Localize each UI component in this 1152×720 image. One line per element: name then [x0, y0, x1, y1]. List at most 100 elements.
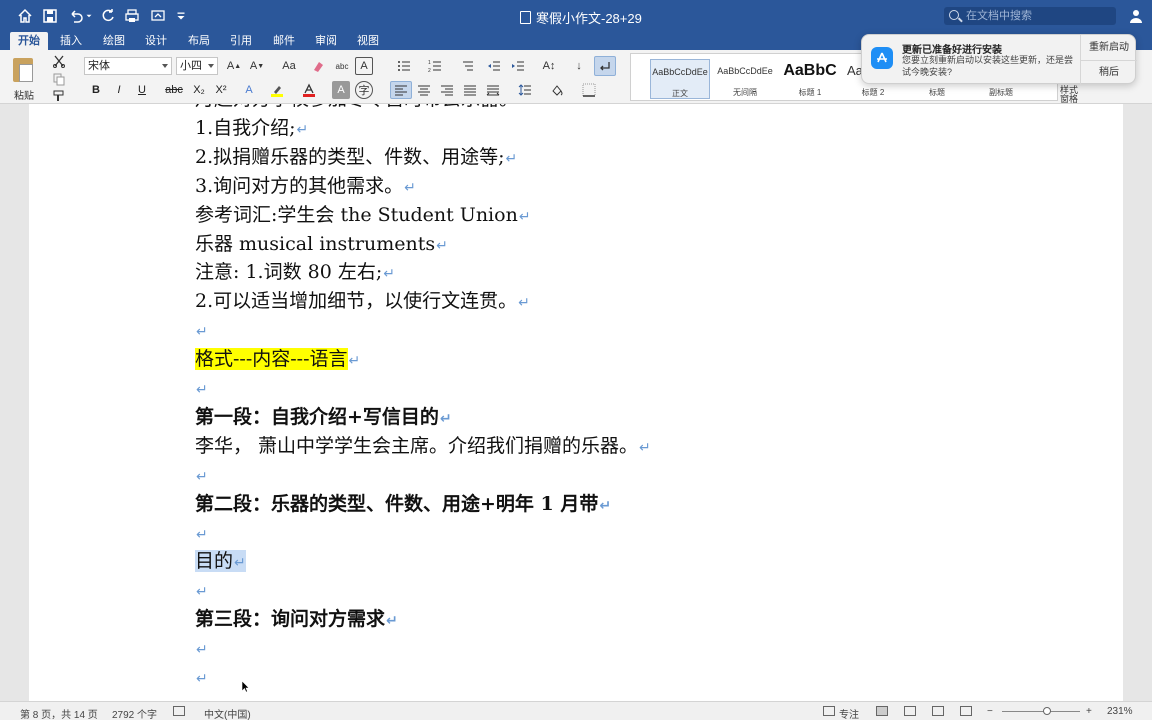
document-line[interactable]: 第一段：自我介绍+写信目的↵ — [195, 404, 452, 430]
bullets-icon[interactable] — [390, 57, 418, 75]
zoom-slider[interactable] — [1002, 711, 1080, 712]
tab-view[interactable]: 视图 — [349, 32, 387, 50]
document-line[interactable]: 1.自我介绍;↵ — [195, 115, 308, 141]
text-effects-icon[interactable]: A — [238, 81, 260, 99]
justify-icon[interactable] — [460, 81, 480, 99]
zoom-slider-thumb[interactable] — [1043, 707, 1052, 715]
font-name-select[interactable]: 宋体 — [84, 57, 172, 75]
align-right-icon[interactable] — [437, 81, 457, 99]
shading-icon[interactable] — [544, 81, 570, 99]
tab-home[interactable]: 开始 — [10, 32, 48, 50]
text-direction-icon[interactable]: A↕ — [536, 57, 562, 75]
cut-icon[interactable] — [50, 52, 68, 70]
share-icon[interactable] — [1126, 6, 1146, 26]
align-left-icon[interactable] — [390, 81, 412, 99]
proofing-icon[interactable] — [173, 706, 185, 716]
search-input[interactable]: 在文档中搜索 — [944, 7, 1116, 25]
outline-view-icon[interactable] — [932, 706, 944, 716]
focus-label[interactable]: 专注 — [839, 706, 859, 720]
tab-insert[interactable]: 插入 — [52, 32, 90, 50]
tab-draw[interactable]: 绘图 — [95, 32, 133, 50]
document-line[interactable]: 注意: 1.词数 80 左右;↵ — [195, 259, 395, 285]
empty-paragraph[interactable]: ↵ — [195, 520, 208, 546]
multilevel-list-icon[interactable] — [453, 57, 481, 75]
style-no-spacing[interactable]: AaBbCcDdEe 无间隔 — [715, 59, 775, 99]
empty-paragraph[interactable]: ↵ — [195, 664, 208, 690]
document-page[interactable]: 月起对方学校参加冬令营时带去乐器。↵ 1.自我介绍;↵ 2.拟捐赠乐器的类型、件数、… — [29, 104, 1123, 701]
tab-review[interactable]: 审阅 — [307, 32, 345, 50]
zoom-in-icon[interactable]: + — [1086, 706, 1092, 717]
subscript-button[interactable]: X₂ — [189, 81, 209, 99]
styles-pane-button[interactable]: 样式窗格 — [1060, 86, 1084, 104]
focus-icon[interactable] — [823, 706, 835, 716]
customize-toolbar-icon[interactable] — [174, 6, 188, 26]
underline-button[interactable]: U — [132, 81, 152, 99]
tab-design[interactable]: 设计 — [137, 32, 175, 50]
style-heading-1[interactable]: AaBbC 标题 1 — [780, 59, 840, 99]
document-line[interactable]: 参考词汇:学生会 the Student Union↵ — [195, 202, 531, 228]
bold-button[interactable]: B — [86, 81, 106, 99]
document-area[interactable]: 月起对方学校参加冬令营时带去乐器。↵ 1.自我介绍;↵ 2.拟捐赠乐器的类型、件数、… — [0, 104, 1152, 701]
strikethrough-button[interactable]: abc — [162, 81, 186, 99]
line-spacing-icon[interactable] — [512, 81, 538, 99]
save-icon[interactable] — [40, 6, 60, 26]
tab-layout[interactable]: 布局 — [180, 32, 218, 50]
empty-paragraph[interactable]: ↵ — [195, 577, 208, 603]
document-line[interactable]: 2.可以适当增加细节，以使行文连贯。↵ — [195, 288, 530, 314]
zoom-out-icon[interactable]: − — [987, 706, 993, 717]
empty-paragraph[interactable]: ↵ — [195, 375, 208, 401]
undo-icon[interactable] — [66, 6, 86, 26]
sort-icon[interactable]: ↓ — [570, 57, 588, 75]
print-layout-icon[interactable] — [876, 706, 888, 716]
word-count[interactable]: 2792 个字 — [112, 706, 157, 720]
redo-icon[interactable] — [98, 6, 118, 26]
change-case-icon[interactable]: Aa — [276, 57, 302, 75]
paste-button[interactable]: 粘贴 — [8, 54, 40, 102]
enclose-characters-icon[interactable]: 字 — [355, 81, 373, 99]
empty-paragraph[interactable]: ↵ — [195, 462, 208, 488]
phonetic-guide-icon[interactable]: abc — [332, 57, 352, 75]
numbering-icon[interactable]: 12 — [421, 57, 449, 75]
document-line[interactable]: 第三段：询问对方需求↵ — [195, 606, 398, 632]
style-normal[interactable]: AaBbCcDdEe 正文 — [650, 59, 710, 99]
tab-references[interactable]: 引用 — [222, 32, 260, 50]
character-border-icon[interactable]: A — [355, 57, 373, 75]
print-icon[interactable] — [122, 6, 142, 26]
decrease-indent-icon[interactable] — [484, 57, 504, 75]
document-line[interactable]: 格式---内容---语言↵ — [195, 346, 360, 372]
highlight-color-icon[interactable] — [266, 81, 288, 99]
tab-mailings[interactable]: 邮件 — [265, 32, 303, 50]
shrink-font-icon[interactable]: A ▼ — [247, 57, 267, 75]
page-count[interactable]: 第 8 页，共 14 页 — [20, 706, 98, 720]
home-icon[interactable] — [15, 6, 35, 26]
increase-indent-icon[interactable] — [508, 57, 528, 75]
grow-font-icon[interactable]: A ▲ — [224, 57, 244, 75]
screen-icon[interactable] — [148, 6, 168, 26]
show-formatting-marks-icon[interactable] — [594, 56, 616, 76]
restart-button[interactable]: 重新启动 — [1081, 35, 1137, 60]
copy-icon[interactable] — [50, 70, 68, 88]
undo-dropdown-icon[interactable] — [84, 6, 94, 26]
font-size-select[interactable]: 小四 — [176, 57, 218, 75]
document-line[interactable]: 目的↵ — [195, 548, 246, 574]
document-line[interactable]: 3.询问对方的其他需求。↵ — [195, 173, 416, 199]
document-line[interactable]: 2.拟捐赠乐器的类型、件数、用途等;↵ — [195, 144, 517, 170]
later-button[interactable]: 稍后 — [1081, 60, 1137, 85]
superscript-button[interactable]: X² — [211, 81, 231, 99]
document-line[interactable]: 月起对方学校参加冬令营时带去乐器。↵ — [195, 104, 531, 112]
format-painter-icon[interactable] — [50, 87, 68, 105]
italic-button[interactable]: I — [109, 81, 129, 99]
web-layout-icon[interactable] — [904, 706, 916, 716]
clear-formatting-icon[interactable] — [308, 57, 328, 75]
character-shading-icon[interactable]: A — [332, 81, 350, 99]
empty-paragraph[interactable]: ↵ — [195, 317, 208, 343]
empty-paragraph[interactable]: ↵ — [195, 635, 208, 661]
align-center-icon[interactable] — [414, 81, 434, 99]
zoom-level[interactable]: 231% — [1107, 706, 1133, 717]
language-indicator[interactable]: 中文(中国) — [204, 706, 251, 720]
document-line[interactable]: 乐器 musical instruments↵ — [195, 231, 448, 257]
document-line[interactable]: 李华， 萧山中学学生会主席。介绍我们捐赠的乐器。↵ — [195, 433, 651, 459]
distributed-icon[interactable] — [483, 81, 503, 99]
borders-icon[interactable] — [576, 81, 602, 99]
document-line[interactable]: 第二段：乐器的类型、件数、用途+明年 1 月带↵ — [195, 491, 611, 517]
